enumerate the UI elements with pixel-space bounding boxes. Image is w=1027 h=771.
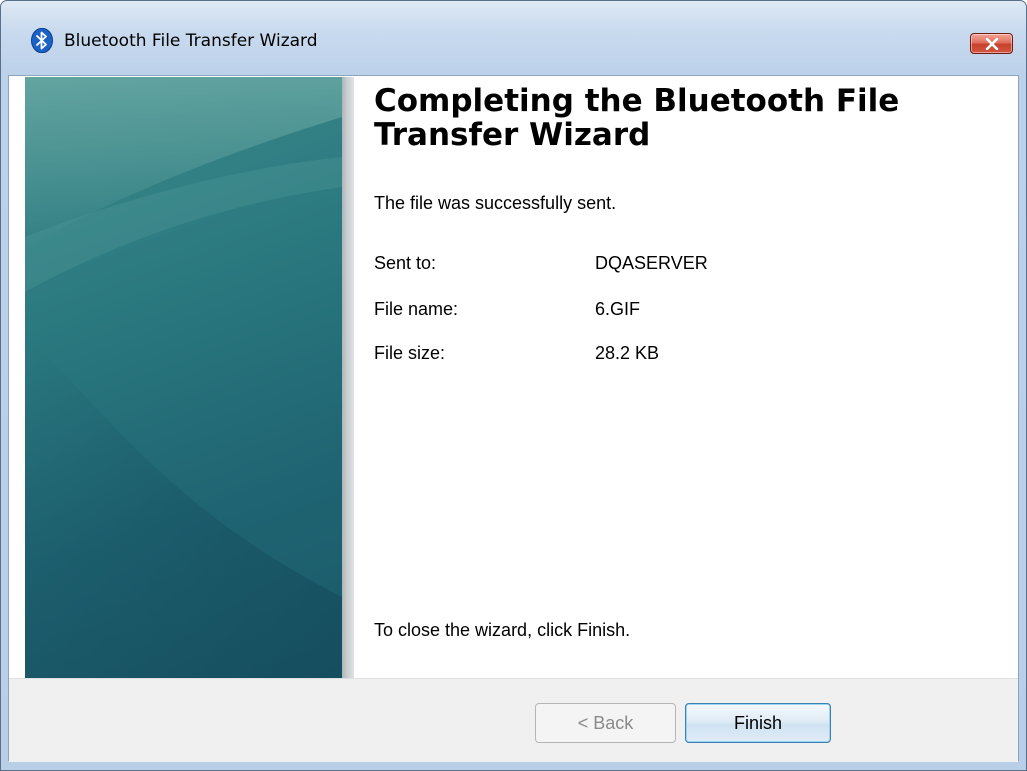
file-name-label: File name: (374, 299, 459, 319)
close-icon (985, 38, 999, 50)
file-name-value: 6.GIF (595, 299, 641, 319)
finish-instruction: To close the wizard, click Finish. (374, 620, 631, 640)
sent-to-label: Sent to: (374, 253, 437, 273)
file-size-label: File size: (374, 343, 446, 363)
button-bar: < Back Finish (9, 678, 1018, 762)
wizard-side-banner (25, 77, 342, 678)
finish-button[interactable]: Finish (685, 703, 831, 743)
window-title: Bluetooth File Transfer Wizard (64, 31, 318, 51)
page-heading: Completing the Bluetooth File Transfer W… (374, 83, 900, 153)
status-message: The file was successfully sent. (374, 193, 617, 213)
wizard-page: Completing the Bluetooth File Transfer W… (8, 75, 1019, 762)
sent-to-value: DQASERVER (595, 253, 708, 273)
title-bar[interactable]: Bluetooth File Transfer Wizard (1, 1, 1026, 75)
file-size-value: 28.2 KB (595, 343, 660, 363)
close-button[interactable] (970, 33, 1013, 54)
wizard-window: Bluetooth File Transfer Wizard Completin… (0, 0, 1027, 771)
back-button[interactable]: < Back (535, 703, 676, 743)
bluetooth-icon (31, 27, 53, 54)
banner-divider (342, 77, 354, 678)
